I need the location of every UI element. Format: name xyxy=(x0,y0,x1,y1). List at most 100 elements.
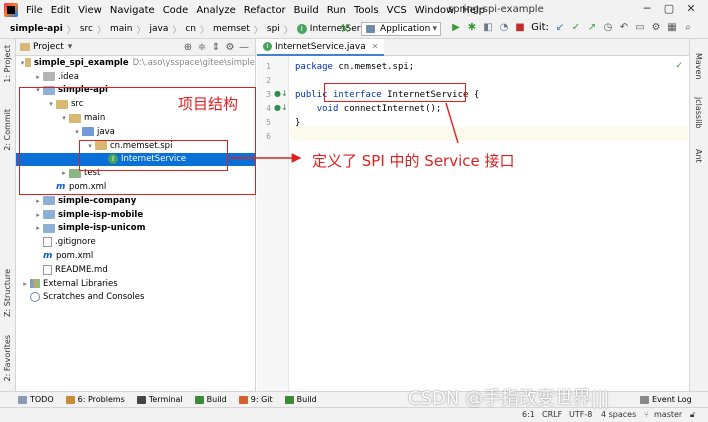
tree-row-idea[interactable]: ▸ .idea xyxy=(16,70,255,84)
breadcrumb-spi[interactable]: spi xyxy=(267,24,280,34)
tab-maven[interactable]: Maven xyxy=(694,53,703,80)
code-text: cn.memset.spi; xyxy=(332,62,415,72)
layout-icon[interactable]: ▭ xyxy=(632,22,648,33)
chevron-right-icon[interactable]: ▸ xyxy=(33,73,43,81)
tool-build-2[interactable]: Build xyxy=(284,395,317,404)
tree-row-simple-spi-example[interactable]: ▾ simple_spi_example D:\.aso\ysspace\gitee… xyxy=(16,56,255,70)
window-controls: ─ ▢ ✕ xyxy=(636,2,702,15)
tool-todo-label: TODO xyxy=(30,395,54,404)
tab-commit[interactable]: 2: Commit xyxy=(3,109,12,151)
menu-build[interactable]: Build xyxy=(294,5,319,16)
breadcrumb-main[interactable]: main xyxy=(110,24,133,34)
inspection-ok-icon[interactable]: ✓ xyxy=(675,61,683,71)
tool-problems[interactable]: 6: Problems xyxy=(65,395,125,404)
history-icon[interactable]: ◷ xyxy=(600,22,616,33)
coverage-icon[interactable]: ◧ xyxy=(480,22,496,33)
menu-code[interactable]: Code xyxy=(163,5,189,16)
chevron-right-icon[interactable]: ▸ xyxy=(33,211,43,219)
tool-git[interactable]: 9: Git xyxy=(238,395,273,404)
cursor-position[interactable]: 6:1 xyxy=(522,410,535,419)
tab-jclasslib[interactable]: jclasslib xyxy=(694,97,703,129)
git-push-icon[interactable]: ↗ xyxy=(584,22,600,33)
close-icon[interactable]: ✕ xyxy=(680,2,702,15)
tree-row-simple-company[interactable]: ▸ simple-company xyxy=(16,194,255,208)
tool-build-1[interactable]: Build xyxy=(194,395,227,404)
tool-todo[interactable]: TODO xyxy=(18,395,54,404)
editor-tab-internetservice[interactable]: I InternetService.java ✕ xyxy=(257,39,385,56)
minimize-icon[interactable]: ─ xyxy=(636,2,658,15)
chevron-right-icon[interactable]: ▸ xyxy=(20,280,30,288)
tree-row-pom-xml[interactable]: m pom.xml xyxy=(16,249,255,263)
chevron-down-icon: ▾ xyxy=(432,24,437,34)
menu-tools[interactable]: Tools xyxy=(354,5,379,16)
expand-icon[interactable]: ⇕ xyxy=(209,42,223,53)
collapse-icon[interactable]: ≑ xyxy=(195,42,209,53)
git-branch[interactable]: master xyxy=(654,410,682,419)
menu-navigate[interactable]: Navigate xyxy=(110,5,155,16)
indent-setting[interactable]: 4 spaces xyxy=(601,410,636,419)
tree-item-label: External Libraries xyxy=(43,278,118,289)
run-icon[interactable]: ▶ xyxy=(448,22,464,33)
stop-icon[interactable]: ■ xyxy=(512,22,528,33)
tree-row-scratches-and-consoles[interactable]: Scratches and Consoles xyxy=(16,291,255,305)
tool-terminal[interactable]: Terminal xyxy=(136,395,183,404)
tab-ant[interactable]: Ant xyxy=(694,149,703,163)
run-config-select[interactable]: Application ▾ xyxy=(361,22,441,36)
menu-run[interactable]: Run xyxy=(327,5,346,16)
tree-row-simple-isp-unicom[interactable]: ▸ simple-isp-unicom xyxy=(16,222,255,236)
current-line-highlight xyxy=(290,127,688,141)
chevron-right-icon[interactable]: ▸ xyxy=(33,197,43,205)
git-update-icon[interactable]: ↙ xyxy=(552,22,568,33)
tool-problems-label: 6: Problems xyxy=(77,395,125,404)
gear-icon[interactable]: ⚙ xyxy=(223,42,237,53)
menu-vcs[interactable]: VCS xyxy=(387,5,407,16)
hide-icon[interactable]: — xyxy=(237,42,251,53)
git-label: Git: xyxy=(531,22,549,33)
scratch-icon xyxy=(30,292,40,303)
tab-structure[interactable]: Z: Structure xyxy=(3,269,12,317)
search-icon[interactable]: ⌕ xyxy=(680,22,696,33)
chevron-down-icon[interactable]: ▾ xyxy=(68,42,73,52)
close-icon[interactable]: ✕ xyxy=(372,42,379,51)
settings-icon[interactable]: ⚙ xyxy=(648,22,664,33)
project-structure-icon[interactable]: ▦ xyxy=(664,22,680,33)
tree-row-readme-md[interactable]: README.md xyxy=(16,263,255,277)
breadcrumb-java[interactable]: java xyxy=(149,24,168,34)
tool-git-label: 9: Git xyxy=(250,395,273,404)
tool-event-log[interactable]: Event Log xyxy=(640,395,692,404)
rollback-icon[interactable]: ↶ xyxy=(616,22,632,33)
tool-terminal-label: Terminal xyxy=(148,395,183,404)
breadcrumb-memset[interactable]: memset xyxy=(213,24,250,34)
menu-refactor[interactable]: Refactor xyxy=(244,5,286,16)
interface-icon: I xyxy=(263,42,272,51)
tree-row-simple-isp-mobile[interactable]: ▸ simple-isp-mobile xyxy=(16,208,255,222)
tree-row-gitignore[interactable]: .gitignore xyxy=(16,235,255,249)
git-commit-icon[interactable]: ✓ xyxy=(568,22,584,33)
build-hammer-icon[interactable]: ⚒ xyxy=(340,22,350,35)
line-separator[interactable]: CRLF xyxy=(542,410,562,419)
breadcrumb-src[interactable]: src xyxy=(80,24,93,34)
project-panel-title[interactable]: Project xyxy=(33,42,64,52)
interface-declaration-highlight-box xyxy=(324,83,466,102)
menu-file[interactable]: File xyxy=(26,5,43,16)
debug-icon[interactable]: ✱ xyxy=(464,22,480,33)
menu-edit[interactable]: Edit xyxy=(51,5,70,16)
locate-icon[interactable]: ⊕ xyxy=(181,42,195,53)
tree-item-label: simple_spi_example xyxy=(33,57,129,68)
lock-icon[interactable]: 🔓︎ xyxy=(690,410,695,420)
code-keyword: public xyxy=(295,90,328,100)
tab-favorites[interactable]: 2: Favorites xyxy=(3,335,12,381)
chevron-right-icon[interactable]: ▸ xyxy=(33,224,43,232)
implemented-by-icon[interactable]: ●↓ xyxy=(274,89,288,98)
tree-row-external-libraries[interactable]: ▸ External Libraries xyxy=(16,277,255,291)
menu-analyze[interactable]: Analyze xyxy=(196,5,235,16)
tab-project[interactable]: 1: Project xyxy=(3,45,12,83)
maximize-icon[interactable]: ▢ xyxy=(658,2,680,15)
breadcrumb-cn[interactable]: cn xyxy=(185,24,196,34)
profile-icon[interactable]: ◔ xyxy=(496,22,512,33)
menu-view[interactable]: View xyxy=(78,5,102,16)
breadcrumb-simple-api[interactable]: simple-api xyxy=(10,24,63,34)
implemented-by-icon[interactable]: ●↓ xyxy=(274,103,288,112)
code-text: } xyxy=(295,118,301,128)
file-encoding[interactable]: UTF-8 xyxy=(569,410,592,419)
